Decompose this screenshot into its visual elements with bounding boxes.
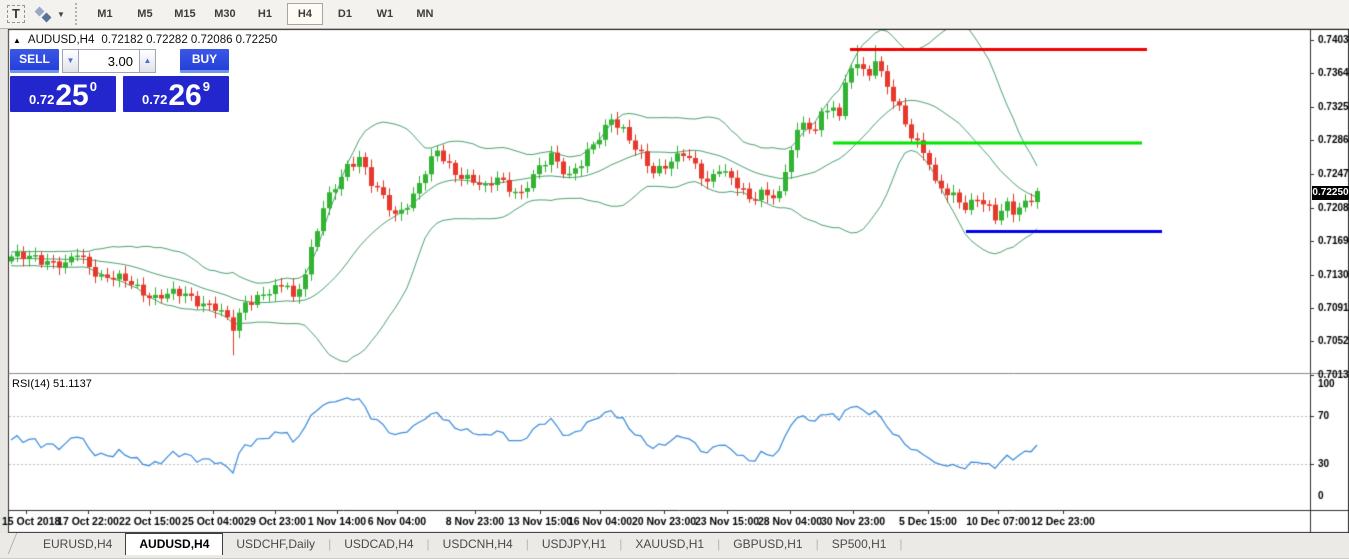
timeframe-button-m30[interactable]: M30 xyxy=(207,3,243,25)
tab-separator: | xyxy=(899,533,902,555)
buy-price-prefix: 0.72 xyxy=(142,92,167,107)
chart-tab-sp500-h1[interactable]: SP500,H1 xyxy=(819,533,900,555)
timeframe-button-m5[interactable]: M5 xyxy=(127,3,163,25)
timeframe-button-mn[interactable]: MN xyxy=(407,3,443,25)
sell-price-sup: 0 xyxy=(90,79,97,94)
top-toolbar: T ▼ M1M5M15M30H1H4D1W1MN xyxy=(0,0,1349,29)
chart-tab-usdcad-h4[interactable]: USDCAD,H4 xyxy=(331,533,426,555)
dropdown-caret-icon: ▼ xyxy=(57,10,65,19)
chart-tab-usdjpy-h1[interactable]: USDJPY,H1 xyxy=(529,533,619,555)
lot-stepper: ▼ ▲ xyxy=(62,49,156,73)
chart-title: ▲ AUDUSD,H4 0.72182 0.72282 0.72086 0.72… xyxy=(13,34,277,46)
toolbar-separator xyxy=(75,3,77,25)
sell-button[interactable]: SELL xyxy=(10,49,59,73)
mt4-window: T ▼ M1M5M15M30H1H4D1W1MN ▲ AUDUSD,H4 0.7… xyxy=(0,0,1349,559)
timeframe-button-m15[interactable]: M15 xyxy=(167,3,203,25)
tabs-leading-notch xyxy=(8,533,26,554)
ohlc-values: 0.72182 0.72282 0.72086 0.72250 xyxy=(101,34,277,46)
lot-increase-button[interactable]: ▲ xyxy=(139,49,156,73)
sell-price-prefix: 0.72 xyxy=(29,92,54,107)
timeframe-button-h4[interactable]: H4 xyxy=(287,3,323,25)
buy-price-sup: 9 xyxy=(203,79,210,94)
arrows-tool-icon xyxy=(42,12,52,22)
arrows-tool-button[interactable]: ▼ xyxy=(36,3,65,25)
buy-price-box[interactable]: 0.72 26 9 xyxy=(123,76,229,112)
chart-tab-usdcnh-h4[interactable]: USDCNH,H4 xyxy=(430,533,526,555)
sell-price-box[interactable]: 0.72 25 0 xyxy=(10,76,116,112)
timeframe-button-d1[interactable]: D1 xyxy=(327,3,363,25)
rsi-indicator-label: RSI(14) 51.1137 xyxy=(12,378,92,390)
chart-tabs-bar: EURUSD,H4AUDUSD,H4USDCHF,Daily | USDCAD,H4… xyxy=(0,533,1349,559)
chart-tab-eurusd-h4[interactable]: EURUSD,H4 xyxy=(30,533,125,555)
text-tool-icon: T xyxy=(7,5,25,23)
collapse-triangle-icon[interactable]: ▲ xyxy=(13,36,21,45)
chart-tab-xauusd-h1[interactable]: XAUUSD,H1 xyxy=(622,533,717,555)
timeframe-button-m1[interactable]: M1 xyxy=(87,3,123,25)
text-tool-button[interactable]: T xyxy=(4,3,28,25)
lot-size-input[interactable] xyxy=(79,49,139,73)
symbol-title: AUDUSD,H4 xyxy=(28,34,94,46)
sell-price-big: 25 xyxy=(55,82,88,109)
chart-tab-usdchf-daily[interactable]: USDCHF,Daily xyxy=(223,533,328,555)
timeframe-toolbar: M1M5M15M30H1H4D1W1MN xyxy=(85,3,445,25)
one-click-trading-panel: SELL ▼ ▲ BUY 0.72 25 0 0.72 26 9 xyxy=(10,49,229,112)
lot-decrease-button[interactable]: ▼ xyxy=(62,49,79,73)
chart-tab-gbpusd-h1[interactable]: GBPUSD,H1 xyxy=(720,533,815,555)
chart-tab-audusd-h4[interactable]: AUDUSD,H4 xyxy=(125,533,223,555)
buy-price-big: 26 xyxy=(168,82,201,109)
current-price-badge: 0.72250 xyxy=(1312,186,1349,200)
timeframe-button-w1[interactable]: W1 xyxy=(367,3,403,25)
buy-button[interactable]: BUY xyxy=(180,49,229,73)
timeframe-button-h1[interactable]: H1 xyxy=(247,3,283,25)
